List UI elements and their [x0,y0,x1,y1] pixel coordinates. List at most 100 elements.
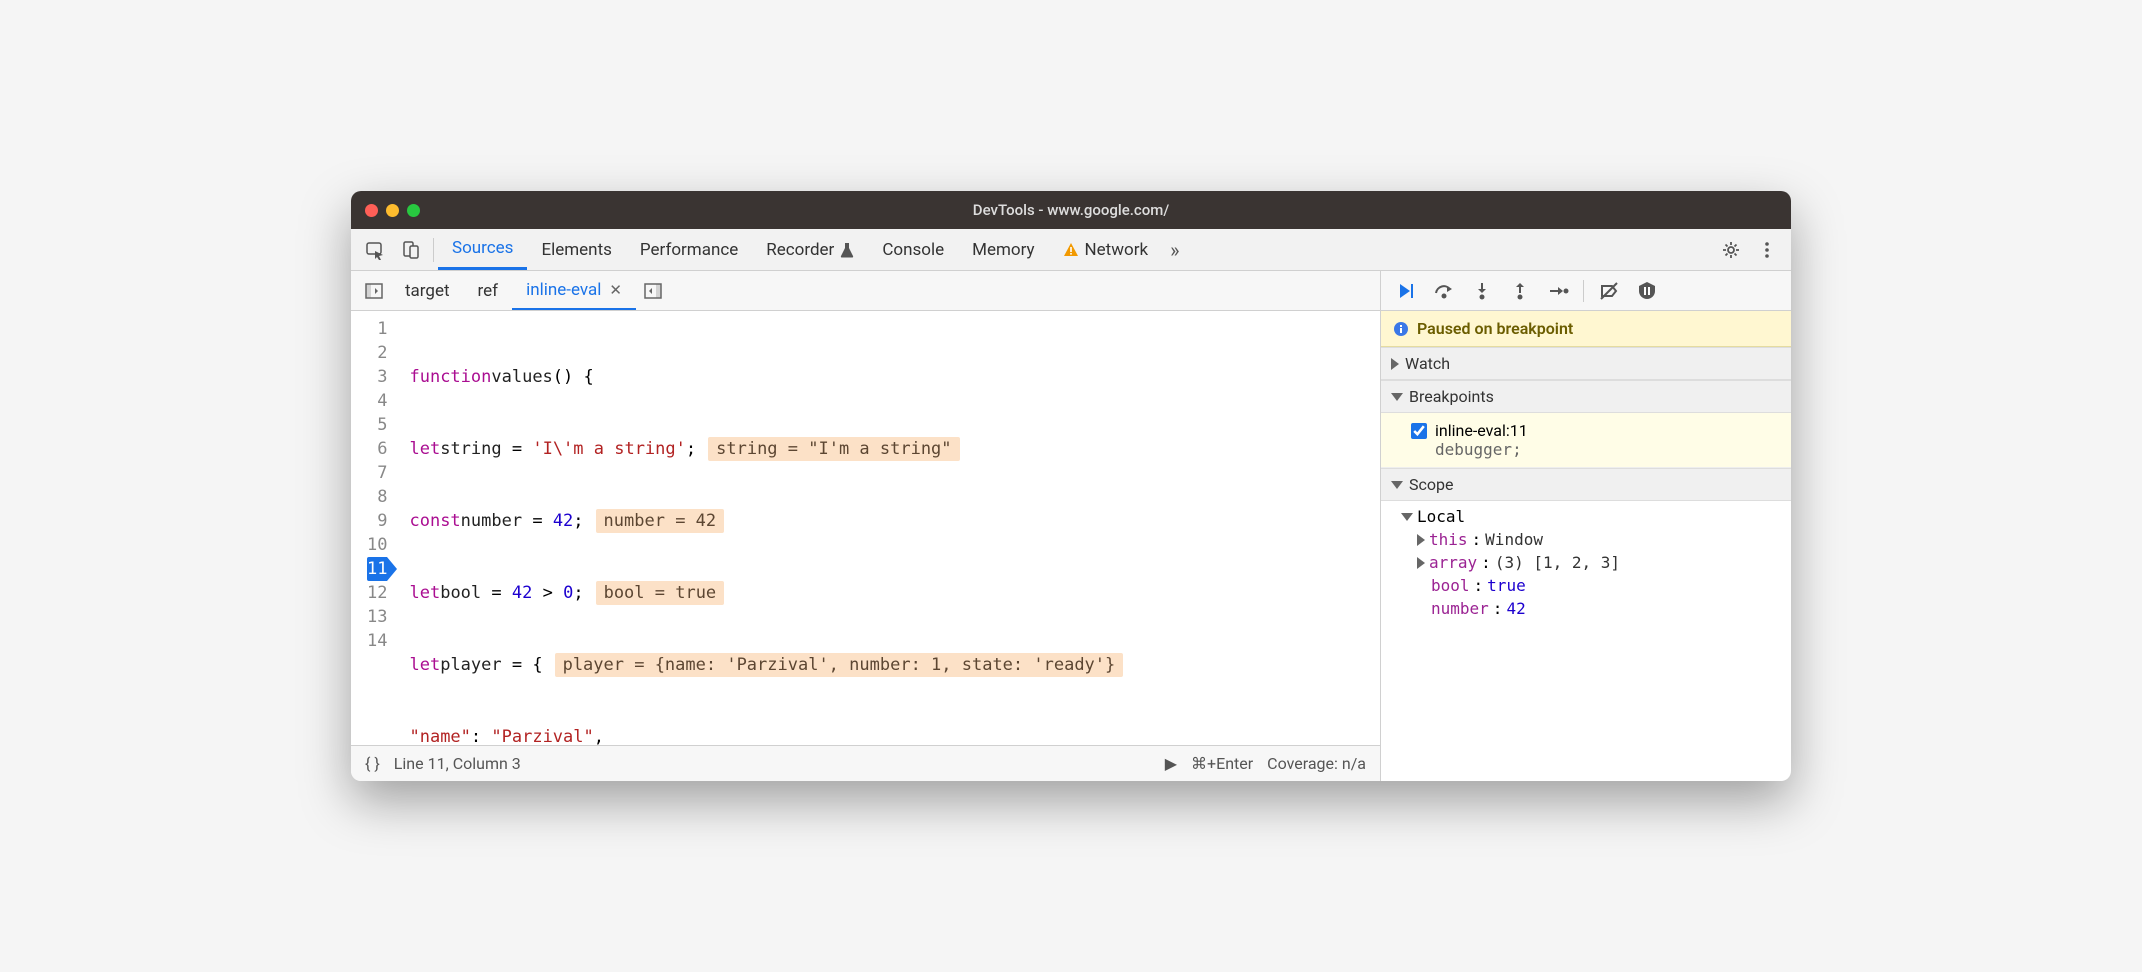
tab-recorder[interactable]: Recorder [752,229,868,270]
watch-section-header[interactable]: Watch [1381,347,1791,380]
code-text: , [594,725,604,745]
file-tab-inline-eval[interactable]: inline-eval ✕ [512,271,636,310]
code-editor[interactable]: 1234 5678 91011 121314 function values()… [351,311,1380,745]
inline-value: bool = true [596,581,725,605]
step-into-button[interactable] [1465,274,1499,308]
keyword: function [409,365,491,389]
variable: number [461,509,522,533]
property-name: array [1429,553,1477,572]
scope-property[interactable]: this: Window [1391,528,1791,551]
inline-value: player = {name: 'Parzival', number: 1, s… [555,653,1124,677]
scope-property[interactable]: bool: true [1391,574,1791,597]
file-tab-ref[interactable]: ref [464,271,513,310]
inline-value: string = "I'm a string" [708,437,959,461]
maximize-window-button[interactable] [407,204,420,217]
close-window-button[interactable] [365,204,378,217]
navigator-toggle-icon[interactable] [357,274,391,308]
code-body[interactable]: function values() { let string = 'I\'m a… [397,311,1380,745]
device-toolbar-icon[interactable] [393,232,429,268]
divider [1583,280,1584,302]
run-shortcut-label: ⌘+Enter [1191,754,1253,773]
property-value: (3) [1, 2, 3] [1495,553,1620,572]
flask-icon [840,242,854,258]
traffic-lights [365,204,420,217]
string-literal: 'I\'m a string' [532,437,686,461]
scope-property[interactable]: array: (3) [1, 2, 3] [1391,551,1791,574]
section-label: Breakpoints [1409,387,1494,406]
pretty-print-icon[interactable]: { } [365,754,380,773]
main-area: target ref inline-eval ✕ 1234 5678 91011… [351,271,1791,781]
code-text: ; [573,509,583,533]
tab-memory[interactable]: Memory [958,229,1048,270]
breakpoint-code: debugger; [1411,440,1779,459]
panel-tabbar: Sources Elements Performance Recorder Co… [351,229,1791,271]
keyword: let [409,437,440,461]
inspect-icon[interactable] [357,232,393,268]
close-icon[interactable]: ✕ [609,281,622,299]
devtools-window: DevTools - www.google.com/ Sources Eleme… [351,191,1791,781]
editor-statusbar: { } Line 11, Column 3 ▶ ⌘+Enter Coverage… [351,745,1380,781]
code-text: ; [573,581,583,605]
tab-elements[interactable]: Elements [527,229,625,270]
property-name: bool [1431,576,1470,595]
scope-property[interactable]: number: 42 [1391,597,1791,620]
variable: bool [440,581,481,605]
info-icon [1393,321,1409,337]
function-name: values [491,365,552,389]
sources-panel: target ref inline-eval ✕ 1234 5678 91011… [351,271,1381,781]
debugger-toolbar [1381,271,1791,311]
number-literal: 0 [563,581,573,605]
number-literal: 42 [553,509,573,533]
debugger-sidebar: Paused on breakpoint Watch Breakpoints i… [1381,271,1791,781]
variable: string [440,437,501,461]
property-value: 42 [1506,599,1525,618]
settings-icon[interactable] [1713,232,1749,268]
kebab-menu-icon[interactable] [1749,232,1785,268]
number-literal: 42 [512,581,532,605]
code-text: : [471,725,491,745]
section-label: Scope [1409,475,1453,494]
step-button[interactable] [1541,274,1575,308]
tab-recorder-label: Recorder [766,240,834,260]
warning-icon [1063,242,1079,258]
file-tab-target[interactable]: target [391,271,464,310]
run-snippet-icon[interactable]: ▶ [1165,754,1177,773]
tab-console[interactable]: Console [868,229,958,270]
pause-on-exceptions-button[interactable] [1630,274,1664,308]
chevron-down-icon [1391,393,1403,401]
window-title: DevTools - www.google.com/ [973,201,1169,219]
code-text: () { [553,365,594,389]
step-out-button[interactable] [1503,274,1537,308]
scope-body: Local this: Window array: (3) [1, 2, 3] … [1381,501,1791,628]
tab-network-label: Network [1085,240,1149,260]
step-over-button[interactable] [1427,274,1461,308]
resume-button[interactable] [1389,274,1423,308]
breakpoint-marker[interactable]: 11 [367,557,387,581]
more-tabs-button[interactable]: » [1170,238,1179,262]
divider [433,238,434,262]
code-text: = { [502,653,543,677]
file-tabbar: target ref inline-eval ✕ [351,271,1380,311]
inline-value: number = 42 [596,509,725,533]
tab-sources[interactable]: Sources [438,229,527,270]
code-text: > [532,581,563,605]
paused-banner: Paused on breakpoint [1381,311,1791,347]
window-titlebar: DevTools - www.google.com/ [351,191,1791,229]
paused-message: Paused on breakpoint [1417,319,1573,338]
breakpoint-item[interactable]: inline-eval:11 debugger; [1381,413,1791,468]
chevron-right-icon [1391,358,1399,370]
scope-local-header[interactable]: Local [1391,505,1791,528]
chevron-down-icon [1391,481,1403,489]
tab-network[interactable]: Network [1049,229,1163,270]
scope-section-header[interactable]: Scope [1381,468,1791,501]
file-tab-label: inline-eval [526,280,601,300]
breakpoint-checkbox[interactable] [1411,423,1427,439]
section-label: Watch [1405,354,1450,373]
debugger-toggle-icon[interactable] [636,274,670,308]
minimize-window-button[interactable] [386,204,399,217]
keyword: const [409,509,460,533]
line-gutter[interactable]: 1234 5678 91011 121314 [351,311,397,745]
tab-performance[interactable]: Performance [626,229,752,270]
breakpoints-section-header[interactable]: Breakpoints [1381,380,1791,413]
deactivate-breakpoints-button[interactable] [1592,274,1626,308]
